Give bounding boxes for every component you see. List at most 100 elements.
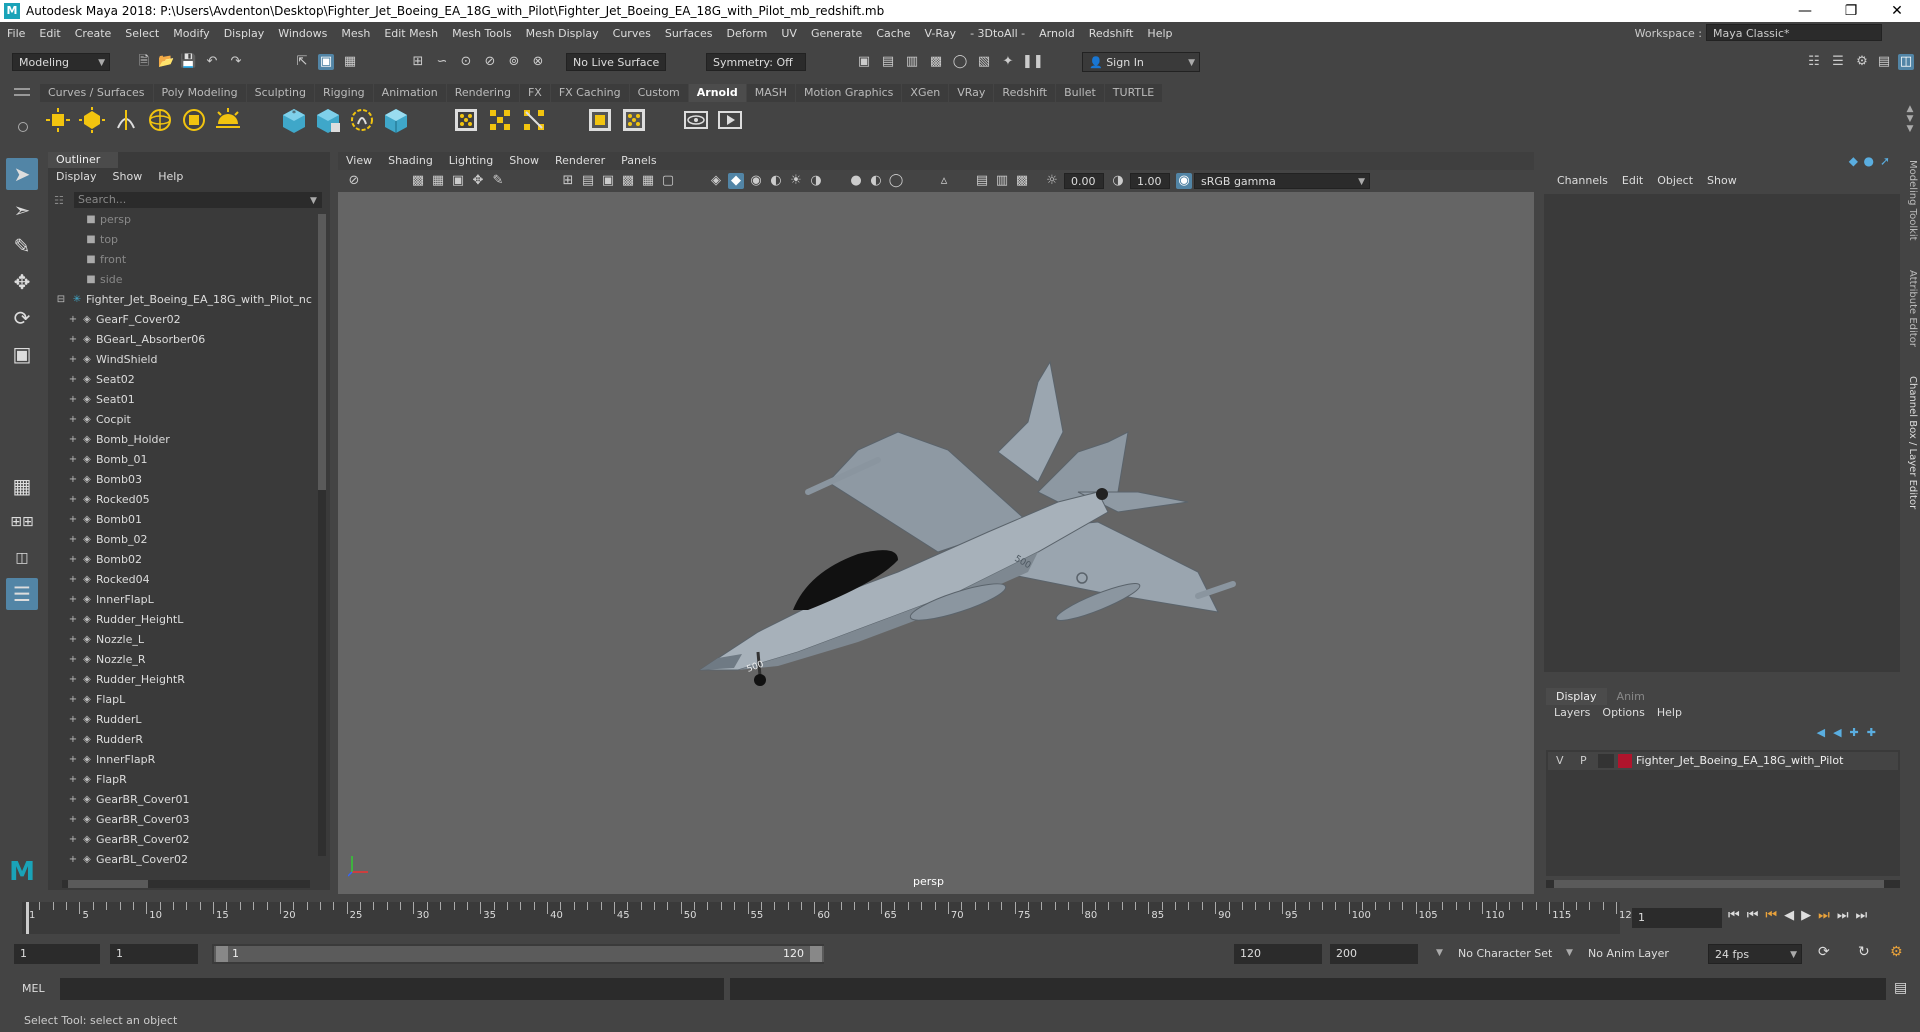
mel-label[interactable]: MEL xyxy=(22,982,45,995)
expand-icon[interactable]: + xyxy=(66,450,80,470)
time-slider-bar[interactable]: 1 5 10 15 20 25 30 35 40 45 50 55 60 65 70 75 80 85 90 95 10… xyxy=(22,902,1638,934)
channel-box-toggle-icon[interactable]: ◆ xyxy=(1849,154,1858,168)
gate-mask-icon[interactable]: ▩ xyxy=(620,173,636,189)
resolution-gate-icon[interactable]: ▣ xyxy=(600,173,616,189)
outliner-mesh-item[interactable]: + ◈ GearBR_Cover02 xyxy=(48,830,318,850)
expand-icon[interactable]: + xyxy=(66,430,80,450)
outliner-mesh-item[interactable]: + ◈ Seat01 xyxy=(48,390,318,410)
outliner-mesh-item[interactable]: + ◈ Bomb_02 xyxy=(48,530,318,550)
hypershade-icon[interactable]: ◯ xyxy=(952,54,968,70)
persp-outliner-layout-icon[interactable]: ◫ xyxy=(6,542,38,574)
film-gate-icon[interactable]: ▤ xyxy=(580,173,596,189)
step-back-key-icon[interactable]: ⏮ xyxy=(1765,908,1784,923)
shelf-tab-redshift[interactable]: Redshift xyxy=(994,84,1056,102)
shelf-tab-mash[interactable]: MASH xyxy=(746,84,796,102)
expand-icon[interactable]: + xyxy=(66,770,80,790)
menu-create[interactable]: Create xyxy=(68,27,119,40)
playback-start-field[interactable]: 1 xyxy=(110,944,198,964)
save-scene-icon[interactable]: 💾 xyxy=(180,54,196,70)
symmetry-dropdown[interactable]: Symmetry: Off xyxy=(706,53,806,71)
light-portal-icon[interactable] xyxy=(180,106,208,134)
step-forward-key-icon[interactable]: ⏭ xyxy=(1818,908,1837,923)
render-view-cube-icon[interactable] xyxy=(382,106,410,134)
menu-mesh-display[interactable]: Mesh Display xyxy=(519,27,606,40)
snap-grid-icon[interactable]: ⊞ xyxy=(410,54,426,70)
use-all-lights-icon[interactable]: ☀ xyxy=(788,173,804,189)
outliner-mesh-item[interactable]: + ◈ GearF_Cover02 xyxy=(48,310,318,330)
outliner-mesh-item[interactable]: + ◈ Nozzle_R xyxy=(48,650,318,670)
snap-curve-icon[interactable]: ∽ xyxy=(434,54,450,70)
channel-box-menu-object[interactable]: Object xyxy=(1650,174,1700,187)
single-perspective-layout-icon[interactable]: ▦ xyxy=(6,470,38,502)
menu-edit-mesh[interactable]: Edit Mesh xyxy=(377,27,445,40)
shelf-tab-motion-graphics[interactable]: Motion Graphics xyxy=(796,84,902,102)
outliner-mesh-item[interactable]: + ◈ Cocpit xyxy=(48,410,318,430)
xray-icon[interactable]: ▤ xyxy=(974,173,990,189)
shelf-settings-icon[interactable] xyxy=(18,122,28,132)
outliner-mesh-item[interactable]: + ◈ Rocked05 xyxy=(48,490,318,510)
isolate-select-icon[interactable]: ▵ xyxy=(936,173,952,189)
viewport-menu-lighting[interactable]: Lighting xyxy=(441,152,501,170)
outliner-mesh-item[interactable]: + ◈ RudderL xyxy=(48,710,318,730)
chevron-down-icon[interactable]: ▼ xyxy=(310,196,317,206)
viewport-menu-show[interactable]: Show xyxy=(501,152,547,170)
physical-sky-icon[interactable] xyxy=(214,106,242,134)
expand-icon[interactable]: + xyxy=(66,310,80,330)
select-tool-icon[interactable]: ➤ xyxy=(6,158,38,190)
rotate-tool-icon[interactable]: ⟳ xyxy=(6,302,38,334)
command-input[interactable] xyxy=(60,978,724,1000)
lasso-tool-icon[interactable]: ➣ xyxy=(6,194,38,226)
two-d-pan-zoom-icon[interactable]: ✥ xyxy=(470,173,486,189)
render-view-icon[interactable] xyxy=(452,106,480,134)
layer-playback-toggle[interactable]: P xyxy=(1580,752,1587,770)
anti-aliasing-icon[interactable]: ◯ xyxy=(888,173,904,189)
color-management-icon[interactable]: ◉ xyxy=(1176,173,1192,189)
menu-curves[interactable]: Curves xyxy=(606,27,658,40)
tx-manager-icon[interactable] xyxy=(586,106,614,134)
snap-live-icon[interactable]: ⊚ xyxy=(506,54,522,70)
collapse-icon[interactable]: ⊟ xyxy=(54,290,68,310)
live-surface-field[interactable]: No Live Surface xyxy=(566,53,666,71)
play-forwards-icon[interactable]: ▶ xyxy=(1801,908,1818,923)
shelf-tab-xgen[interactable]: XGen xyxy=(902,84,949,102)
shelf-tab-rigging[interactable]: Rigging xyxy=(314,84,373,102)
light-manager-icon[interactable] xyxy=(620,106,648,134)
layer-tool-icons[interactable]: ◀◀✚✚ xyxy=(1817,726,1884,739)
redo-icon[interactable]: ↷ xyxy=(228,54,244,70)
outliner-mesh-item[interactable]: + ◈ Bomb02 xyxy=(48,550,318,570)
render-setup-icon[interactable]: ▧ xyxy=(976,54,992,70)
camera-attributes-icon[interactable]: ▩ xyxy=(410,173,426,189)
shelf-tab-animation[interactable]: Animation xyxy=(373,84,446,102)
current-frame-field[interactable]: 1 xyxy=(1632,908,1722,928)
expand-icon[interactable]: + xyxy=(66,830,80,850)
expand-icon[interactable]: + xyxy=(66,690,80,710)
open-scene-icon[interactable]: 📂 xyxy=(158,54,174,70)
select-by-hierarchy-icon[interactable]: ⇱ xyxy=(294,54,310,70)
expand-icon[interactable]: + xyxy=(66,810,80,830)
grease-pencil-icon[interactable]: ✎ xyxy=(490,173,506,189)
fps-dropdown[interactable]: 24 fps ▼ xyxy=(1708,944,1802,964)
auto-key-icon[interactable]: ↻ xyxy=(1858,944,1870,960)
shelf-tab-arnold[interactable]: Arnold xyxy=(688,84,746,102)
menu-select[interactable]: Select xyxy=(118,27,166,40)
shelf-tab-fx-caching[interactable]: FX Caching xyxy=(550,84,629,102)
character-set-field[interactable]: No Character Set xyxy=(1458,944,1570,964)
ipr-render-icon[interactable]: ▥ xyxy=(904,54,920,70)
wireframe-on-shaded-icon[interactable]: ◉ xyxy=(748,173,764,189)
layer-color-swatch[interactable] xyxy=(1618,754,1632,768)
undo-icon[interactable]: ↶ xyxy=(204,54,220,70)
outliner-mesh-item[interactable]: + ◈ Bomb03 xyxy=(48,470,318,490)
select-camera-icon[interactable]: ⊘ xyxy=(346,173,362,189)
script-editor-icon[interactable]: ▤ xyxy=(1894,980,1907,996)
sign-in-button[interactable]: 👤 Sign In ▼ xyxy=(1082,52,1200,72)
animation-end-field[interactable]: 200 xyxy=(1330,944,1418,964)
select-by-object-icon[interactable]: ▣ xyxy=(318,54,334,70)
animation-preferences-icon[interactable]: ⚙ xyxy=(1890,944,1903,960)
ipr-eye-icon[interactable] xyxy=(682,106,710,134)
expand-icon[interactable]: + xyxy=(66,850,80,870)
gamma-icon[interactable]: ◑ xyxy=(1110,173,1126,189)
outliner-mesh-item[interactable]: + ◈ GearBR_Cover01 xyxy=(48,790,318,810)
menu-windows[interactable]: Windows xyxy=(271,27,334,40)
playback-end-field[interactable]: 120 xyxy=(1234,944,1322,964)
outliner-mesh-item[interactable]: + ◈ Seat02 xyxy=(48,370,318,390)
